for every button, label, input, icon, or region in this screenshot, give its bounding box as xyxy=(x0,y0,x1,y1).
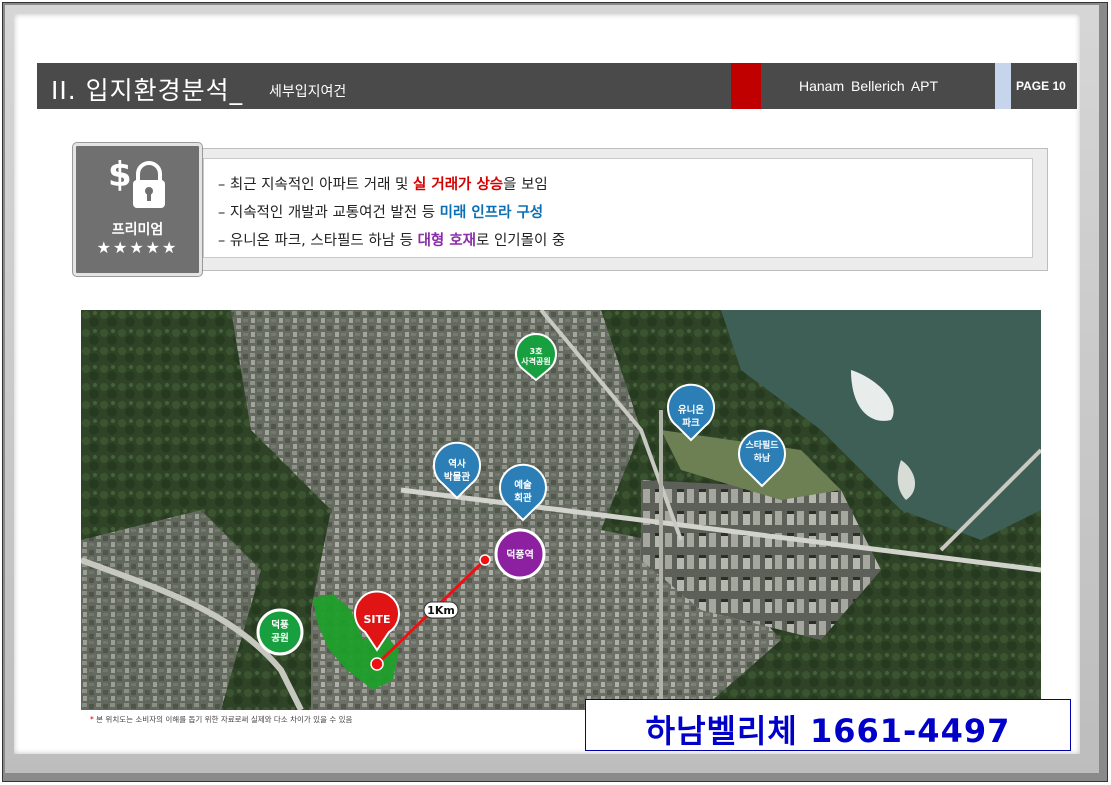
svg-text:스타필드: 스타필드 xyxy=(745,439,779,451)
svg-text:3호: 3호 xyxy=(530,346,544,356)
key-point-price: – 최근 지속적인 아파트 거래 및 실 거래가 상승을 보임 xyxy=(218,177,548,193)
svg-text:역사: 역사 xyxy=(448,458,466,470)
svg-text:하남: 하남 xyxy=(754,452,771,464)
key-point-infra: – 지속적인 개발과 교통여건 발전 등 미래 인프라 구성 xyxy=(218,205,544,221)
premium-stars: ★★★★★ xyxy=(96,238,179,257)
svg-text:1Km: 1Km xyxy=(427,604,455,617)
header-blue-accent xyxy=(995,63,1011,109)
svg-text:유니온: 유니온 xyxy=(678,404,704,416)
project-name: Hanam Bellerich APT xyxy=(799,78,939,94)
svg-text:사격공원: 사격공원 xyxy=(521,356,550,366)
aerial-map-image: 1Km SITE 덕풍역 3호 사격공원 유니온 파크 스타필드 하남 역사 박… xyxy=(81,310,1041,710)
svg-text:덕풍역: 덕풍역 xyxy=(506,548,534,561)
key-points-box: – 최근 지속적인 아파트 거래 및 실 거래가 상승을 보임 – 지속적인 개… xyxy=(196,148,1048,271)
svg-text:공원: 공원 xyxy=(271,632,288,644)
contact-box: 하남벨리체 1661-4497 xyxy=(585,699,1071,751)
map-disclaimer: * 본 위치도는 소비자의 이해를 돕기 위한 자료로써 실제와 다소 차이가 … xyxy=(90,715,353,724)
svg-text:박물관: 박물관 xyxy=(444,471,470,483)
highlight-price: 실 거래가 상승 xyxy=(412,177,504,193)
highlight-development: 대형 호재 xyxy=(417,233,477,249)
section-subtitle: 세부입지여건 xyxy=(269,84,347,100)
svg-text:$: $ xyxy=(108,155,132,195)
section-title: II. 입지환경분석_ xyxy=(51,76,244,105)
page-header: II. 입지환경분석_ 세부입지여건 Hanam Bellerich APT P… xyxy=(37,63,1077,109)
header-red-accent xyxy=(731,63,761,109)
station-marker: 덕풍역 xyxy=(494,528,546,580)
page-number: PAGE 10 xyxy=(1016,79,1066,93)
highlight-infra: 미래 인프라 구성 xyxy=(439,205,544,221)
premium-badge: $ 프리미엄 ★★★★★ xyxy=(73,143,202,276)
location-map: 1Km SITE 덕풍역 3호 사격공원 유니온 파크 스타필드 하남 역사 박… xyxy=(81,310,1041,710)
svg-text:SITE: SITE xyxy=(363,613,390,626)
svg-text:파크: 파크 xyxy=(682,417,700,429)
money-lock-icon: $ xyxy=(108,155,165,208)
svg-text:예술: 예술 xyxy=(514,479,532,491)
key-points-panel: – 최근 지속적인 아파트 거래 및 실 거래가 상승을 보임 – 지속적인 개… xyxy=(203,158,1033,258)
distance-label: 1Km xyxy=(423,601,459,619)
contact-phone: 하남벨리체 1661-4497 xyxy=(645,712,1011,750)
premium-label: 프리미엄 xyxy=(111,222,164,238)
svg-text:회관: 회관 xyxy=(514,492,532,504)
svg-text:덕풍: 덕풍 xyxy=(271,619,289,631)
deokpung-park-marker: 덕풍 공원 xyxy=(256,608,304,656)
key-point-development: – 유니온 파크, 스타필드 하남 등 대형 호재로 인기몰이 중 xyxy=(218,233,566,249)
